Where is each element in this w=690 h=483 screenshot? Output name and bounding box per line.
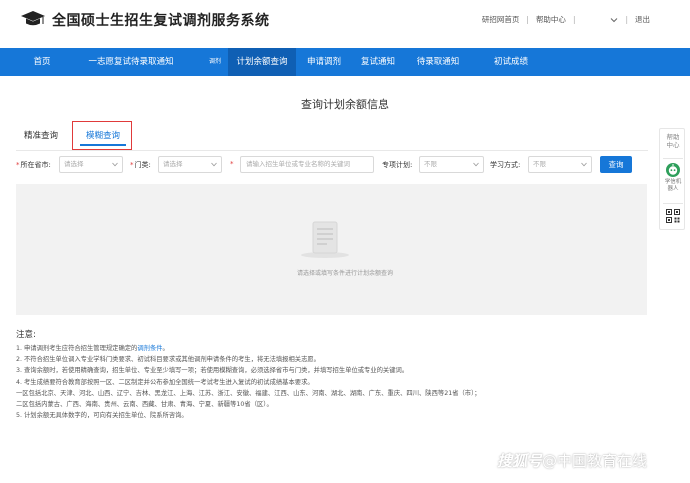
keyword-required-mark: * <box>230 160 234 168</box>
robot-icon[interactable] <box>666 163 680 177</box>
special-plan-label: 专项计划: <box>382 161 413 169</box>
chevron-down-icon <box>211 162 217 167</box>
nav-item-home[interactable]: 首页 <box>22 48 62 76</box>
query-button[interactable]: 查询 <box>600 156 632 173</box>
category-select[interactable]: 请选择 <box>158 156 222 173</box>
nav-item-retest-notice[interactable]: 复试通知 <box>353 48 403 76</box>
notes-section: 注意: 1. 申请调剂考生应符合招生管理规定确定的调剂条件。 2. 不符合招生单… <box>16 328 656 421</box>
province-label: *所在省市: <box>16 161 51 169</box>
side-divider <box>663 203 683 204</box>
top-links: 研招网首页 | 帮助中心 | | 退出 <box>482 14 650 25</box>
chevron-down-icon[interactable] <box>610 16 618 24</box>
notes-title: 注意: <box>16 330 36 340</box>
note-line: 2. 不符合招生单位调入专业学科门类要求、初试科目要求或其他调剂申请条件的考生，… <box>16 356 320 364</box>
category-label: *门类: <box>130 161 151 169</box>
side-float-bar: 帮助中心 学信机器人 <box>659 128 685 230</box>
main-nav: 首页 一志愿复试待录取通知 调剂 计划余额查询 申请调剂 复试通知 待录取通知 … <box>0 48 690 76</box>
study-mode-label: 学习方式: <box>490 161 521 169</box>
robot-label: 学信机器人 <box>664 179 682 192</box>
link-separator: | <box>526 15 529 24</box>
logout-link[interactable]: 退出 <box>635 14 650 25</box>
study-mode-select[interactable]: 不限 <box>528 156 592 173</box>
province-select[interactable]: 请选择 <box>59 156 123 173</box>
note-line: 3. 查询余额时，若使用精确查询，招生单位、专业至少填写一项；若使用模糊查询，必… <box>16 367 409 375</box>
special-plan-select[interactable]: 不限 <box>419 156 484 173</box>
link-separator: | <box>572 15 576 24</box>
nav-item-adjustment-label: 调剂 <box>208 58 221 65</box>
link-yanzhao-home[interactable]: 研招网首页 <box>482 14 520 25</box>
tab-precise-query[interactable]: 精准查询 <box>24 129 58 141</box>
nav-item-apply-adjustment[interactable]: 申请调剂 <box>299 48 349 76</box>
tab-active-underline <box>80 144 126 146</box>
nav-item-first-choice-notice[interactable]: 一志愿复试待录取通知 <box>80 48 182 76</box>
document-icon <box>301 221 349 258</box>
graduation-cap-icon <box>21 11 45 26</box>
header: 全国硕士生招生复试调剂服务系统 研招网首页 | 帮助中心 | | 退出 <box>0 0 690 48</box>
chevron-down-icon <box>112 162 118 167</box>
side-divider <box>663 158 683 159</box>
note-line: 4. 考生成绩要符合教育部按照一区、二区制定并公布参加全国统一考试考生进入复试的… <box>16 378 314 386</box>
note-line: 二区包括内蒙古、广西、海南、贵州、云南、西藏、甘肃、青海、宁夏、新疆等10省（区… <box>16 401 273 409</box>
link-help-center[interactable]: 帮助中心 <box>536 14 566 25</box>
nav-item-plan-balance-query[interactable]: 计划余额查询 <box>228 48 296 76</box>
qr-code-icon[interactable] <box>666 209 680 223</box>
site-title: 全国硕士生招生复试调剂服务系统 <box>52 13 270 29</box>
page-title: 查询计划余额信息 <box>301 98 389 111</box>
tab-divider <box>16 150 648 151</box>
empty-state-text: 请选择或填写条件进行计划余额查询 <box>296 270 393 277</box>
note-line: 1. 申请调剂考生应符合招生管理规定确定的调剂条件。 <box>16 345 169 352</box>
note-line: 一区包括北京、天津、河北、山西、辽宁、吉林、黑龙江、上海、江苏、浙江、安徽、福建… <box>16 389 481 397</box>
link-separator: | <box>625 15 628 24</box>
nav-item-exam-scores[interactable]: 初试成绩 <box>482 48 540 76</box>
note-line: 5. 计划余额无具体数字的，可向有关招生单位、院系所咨询。 <box>16 412 188 420</box>
keyword-input[interactable]: 请输入招生单位或专业名称的关键词 <box>240 156 374 173</box>
adjustment-conditions-link[interactable]: 调剂条件 <box>137 345 162 352</box>
help-center-button[interactable]: 帮助中心 <box>660 133 686 149</box>
watermark: 搜狐号@中国教育在线 <box>497 452 648 470</box>
chevron-down-icon <box>581 162 587 167</box>
nav-item-pending-admission[interactable]: 待录取通知 <box>408 48 468 76</box>
chevron-down-icon <box>473 162 479 167</box>
